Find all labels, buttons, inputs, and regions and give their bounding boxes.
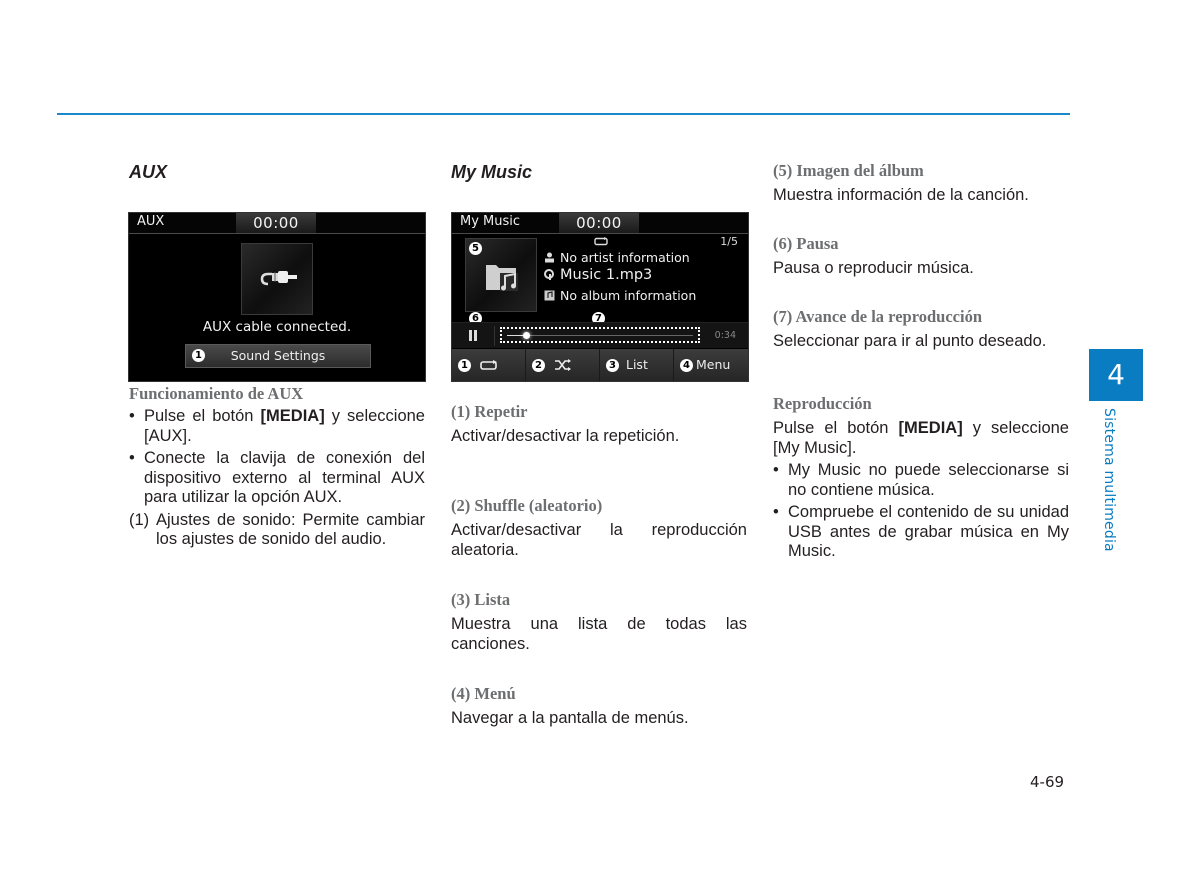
chapter-label: Sistema multimedia	[1101, 408, 1117, 552]
item-number: (1)	[129, 510, 150, 529]
aux-numbered-item: (1) Ajustes de sonido: Permite cambiar lo…	[129, 511, 425, 550]
album-name: No album information	[560, 288, 697, 303]
aux-subheading: Funcionamiento de AUX	[129, 384, 304, 403]
aux-screen-title: AUX	[137, 214, 165, 229]
item: (2) Shuffle (aleatorio) Activar/desactiv…	[451, 496, 747, 590]
chapter-tab: 4	[1089, 349, 1143, 401]
playback-heading: Reproducción	[773, 394, 872, 413]
shuffle-icon	[555, 359, 571, 371]
seek-bar[interactable]	[500, 327, 700, 343]
right-column: (5) Imagen del álbum Muestra información…	[773, 161, 1069, 562]
intro-text: Pulse el botón	[773, 419, 899, 437]
aux-section-title: AUX	[129, 162, 168, 182]
divider	[494, 326, 495, 346]
list-button[interactable]: 3 List	[600, 349, 674, 381]
mymusic-column: My Music	[451, 160, 747, 184]
seek-track	[507, 335, 693, 336]
item-text: Activar/desactivar la reproducción aleat…	[451, 521, 747, 559]
artist-row: No artist information	[544, 250, 690, 265]
item: (7) Avance de la reproducción Selecciona…	[773, 307, 1069, 394]
media-key: [MEDIA]	[898, 419, 963, 437]
mymusic-section-title: My Music	[451, 162, 533, 182]
callout-5: 5	[469, 242, 482, 255]
item: (5) Imagen del álbum Muestra información…	[773, 161, 1069, 234]
item-heading: (5) Imagen del álbum	[773, 161, 924, 180]
callout-badge: 4	[680, 359, 693, 372]
media-key: [MEDIA]	[260, 407, 325, 425]
item-text: Ajustes de sonido: Permite cambiar los a…	[156, 510, 425, 549]
playback-section: Reproducción Pulse el botón [MEDIA] y se…	[773, 394, 1069, 562]
mymusic-items: (1) Repetir Activar/desactivar la repeti…	[451, 402, 747, 729]
seek-handle[interactable]	[522, 332, 530, 339]
list-label: List	[626, 357, 648, 372]
song-row: Music 1.mp3	[544, 267, 652, 283]
track-counter: 1/5	[720, 235, 738, 248]
song-icon	[544, 269, 554, 280]
page-number: 4-69	[1030, 773, 1065, 791]
callout-badge: 1	[458, 359, 471, 372]
mymusic-screen: My Music 00:00 5 1/5 No artist informati…	[451, 212, 749, 382]
aux-column: AUX	[129, 160, 425, 184]
repeat-icon	[594, 237, 608, 246]
callout-badge: 2	[532, 359, 545, 372]
menu-label: Menu	[696, 357, 731, 372]
pause-button[interactable]	[468, 330, 478, 341]
item-heading: (7) Avance de la reproducción	[773, 307, 982, 326]
elapsed-time: 0:34	[714, 330, 736, 341]
clock: 00:00	[559, 213, 639, 233]
repeat-button[interactable]: 1	[452, 349, 526, 381]
item-heading: (3) Lista	[451, 590, 511, 609]
item-heading: (2) Shuffle (aleatorio)	[451, 496, 603, 515]
item-heading: (6) Pausa	[773, 234, 839, 253]
item-text: Seleccionar para ir al punto deseado.	[773, 332, 1047, 350]
item-text: Muestra información de la canción.	[773, 186, 1029, 204]
item: (4) Menú Navegar a la pantalla de menús.	[451, 684, 747, 729]
aux-bullet: Pulse el botón [MEDIA] y seleccione [AUX…	[129, 407, 425, 446]
item-heading: (4) Menú	[451, 684, 516, 703]
mymusic-screen-title: My Music	[460, 214, 521, 229]
sound-settings-label: Sound Settings	[230, 348, 326, 363]
progress-area: 0:34	[452, 322, 748, 348]
aux-text: Funcionamiento de AUX Pulse el botón [ME…	[129, 384, 425, 550]
item-text: Muestra una lista de todas las canciones…	[451, 615, 747, 653]
artist-icon	[545, 252, 554, 263]
aux-cable-icon	[241, 243, 313, 315]
item-text: Activar/desactivar la repetición.	[451, 427, 680, 445]
playback-intro: Pulse el botón [MEDIA] y seleccione [My …	[773, 419, 1069, 458]
item-text: Pausa o reproducir música.	[773, 259, 974, 277]
header-rule	[57, 113, 1070, 115]
aux-screen-header: AUX 00:00	[129, 213, 425, 234]
item: (6) Pausa Pausa o reproducir música.	[773, 234, 1069, 307]
artist-name: No artist information	[560, 250, 690, 265]
album-icon	[544, 290, 555, 301]
repeat-icon	[480, 360, 497, 370]
clock: 00:00	[236, 213, 316, 233]
shuffle-button[interactable]: 2	[526, 349, 600, 381]
item-heading: (1) Repetir	[451, 402, 528, 421]
aux-bullet: Conecte la clavija de conexión del dispo…	[129, 449, 425, 508]
sound-settings-button[interactable]: 1 Sound Settings	[185, 344, 371, 368]
item: (1) Repetir Activar/desactivar la repeti…	[451, 402, 747, 496]
bullet-text: Pulse el botón	[144, 407, 261, 425]
aux-status-message: AUX cable connected.	[202, 319, 352, 335]
song-title: Music 1.mp3	[560, 267, 653, 283]
item: (3) Lista Muestra una lista de todas las…	[451, 590, 747, 684]
button-bar: 1 2 3 List 4 Menu	[452, 349, 748, 381]
mymusic-screen-header: My Music 00:00	[452, 213, 748, 234]
playback-bullet: My Music no puede seleccionarse si no co…	[773, 461, 1069, 500]
aux-screen: AUX 00:00 AUX cable connected. 1 Sound S…	[128, 212, 426, 382]
playback-bullet: Compruebe el contenido de su unidad USB …	[773, 503, 1069, 562]
callout-badge: 3	[606, 359, 619, 372]
item-text: Navegar a la pantalla de menús.	[451, 709, 689, 727]
menu-button[interactable]: 4 Menu	[674, 349, 748, 381]
album-row: No album information	[544, 288, 696, 303]
